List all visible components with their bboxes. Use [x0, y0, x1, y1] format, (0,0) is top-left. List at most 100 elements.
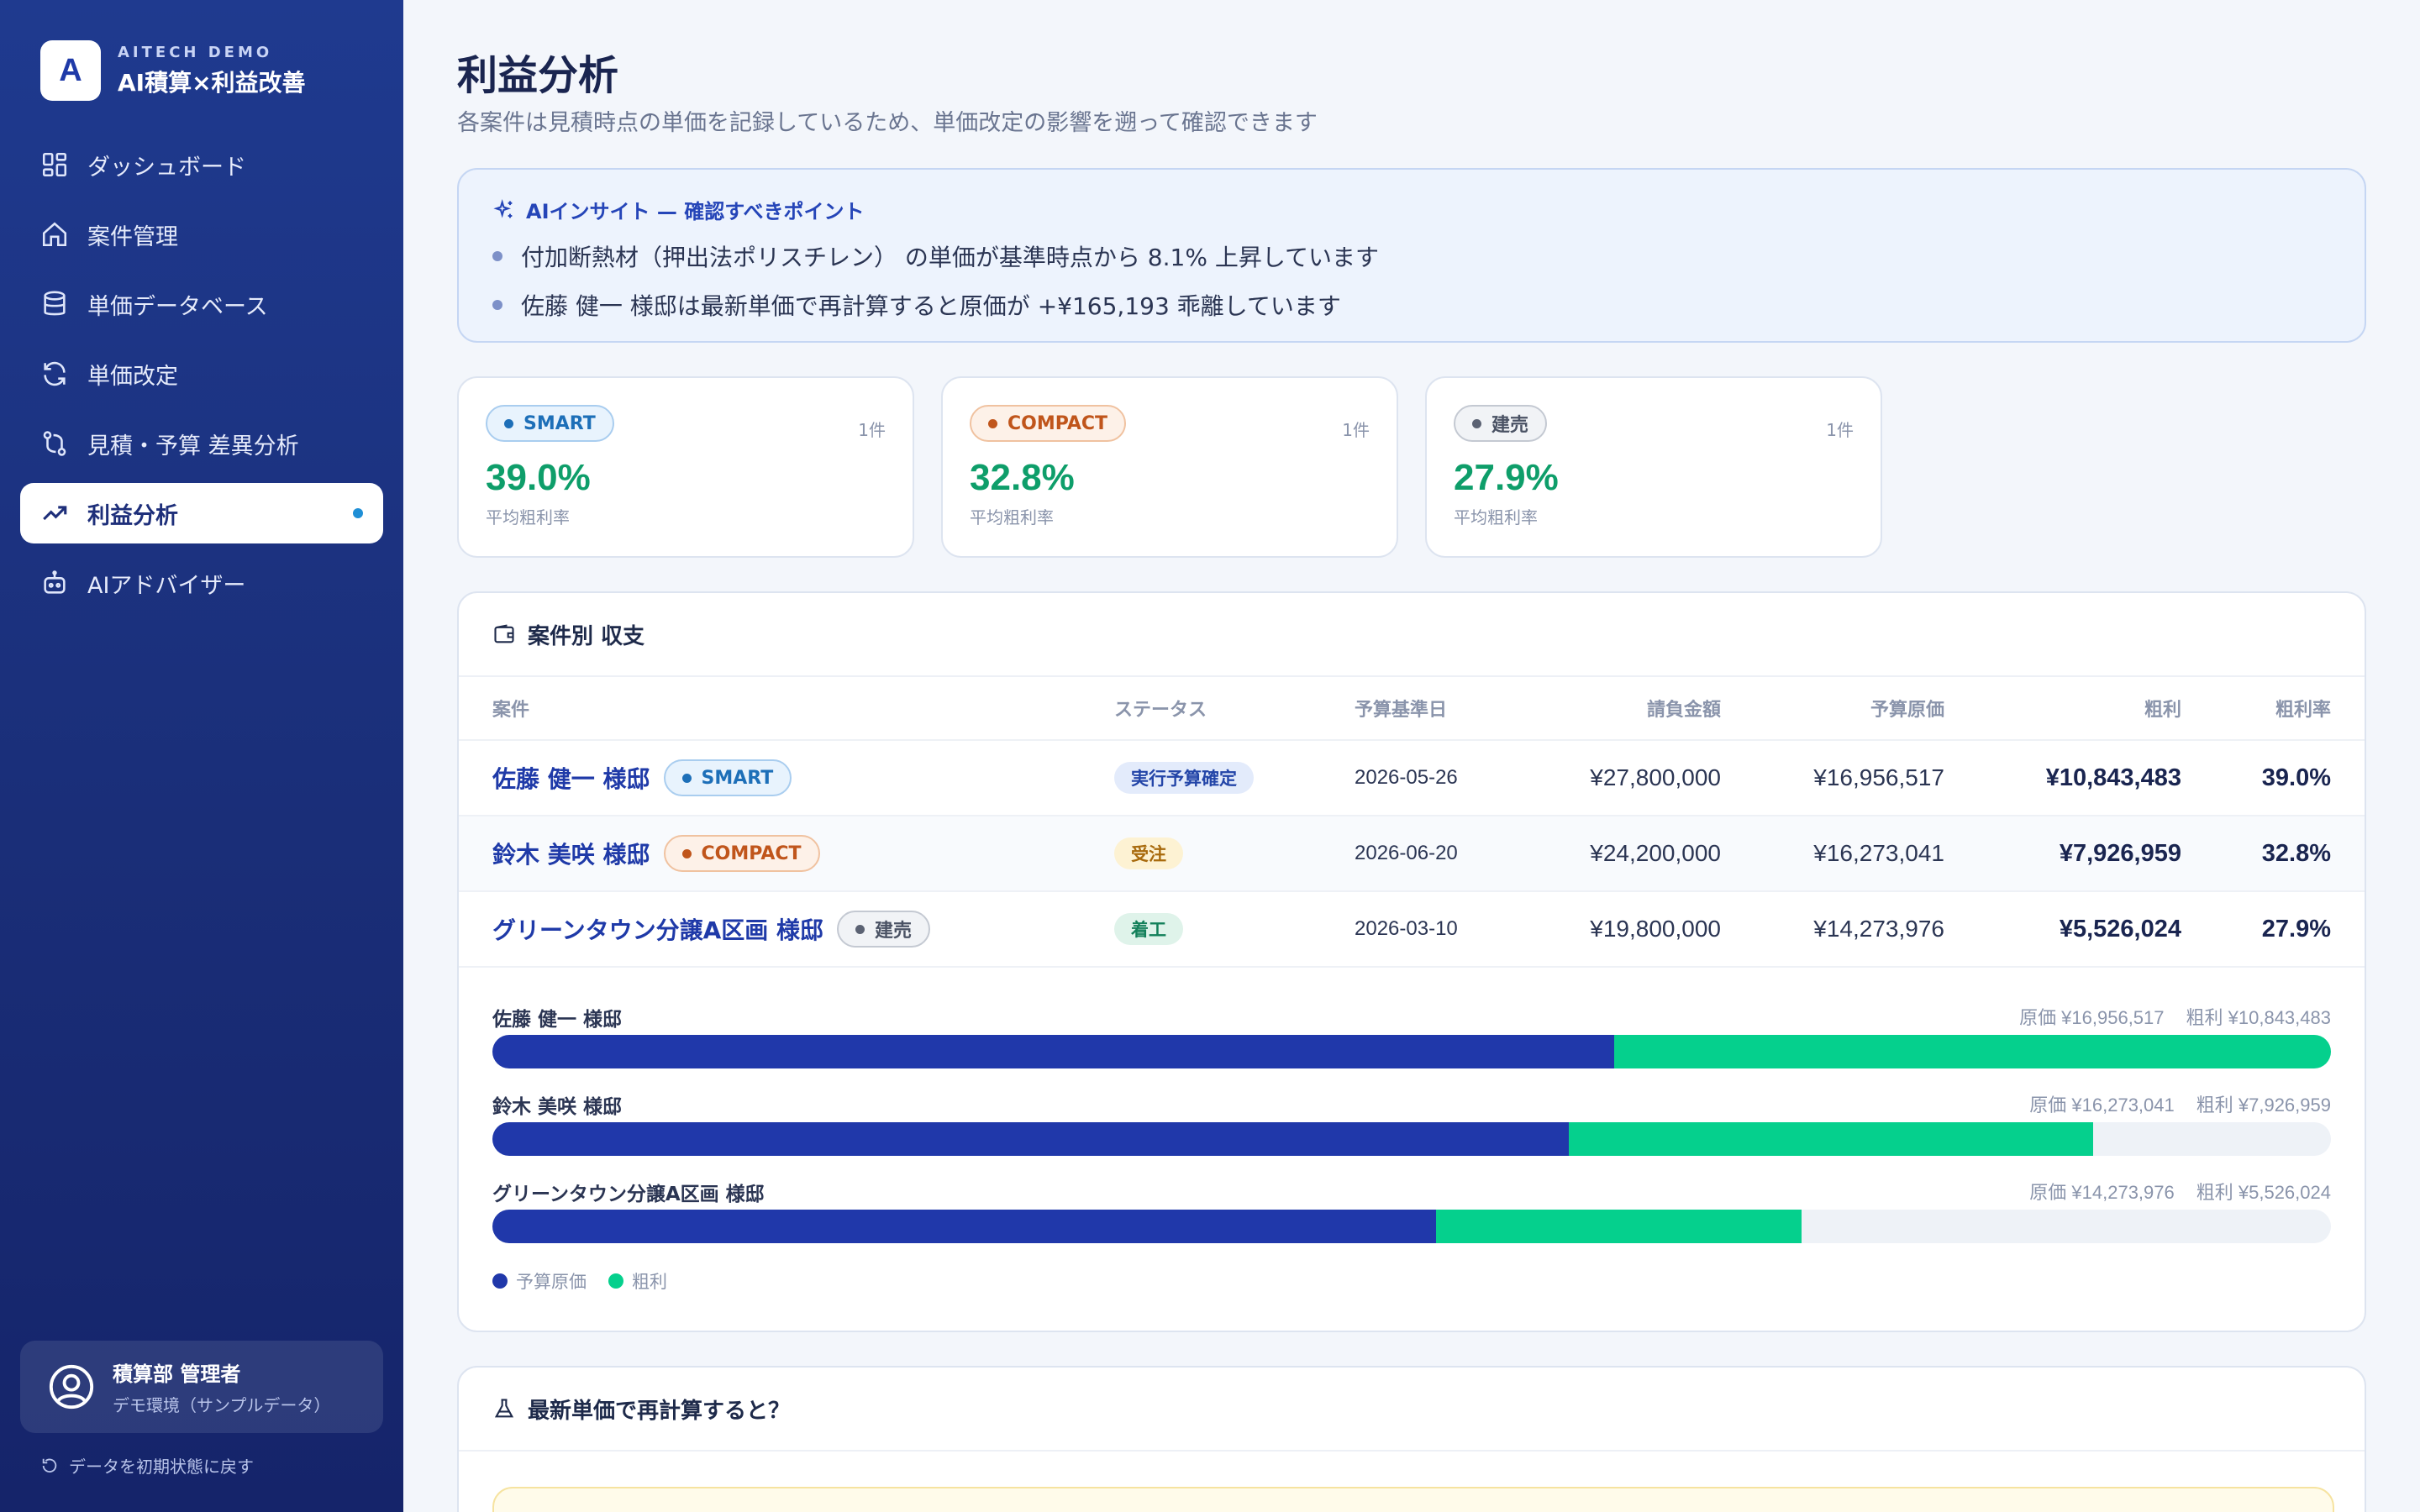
- kpi-label: 平均粗利率: [1454, 507, 1538, 528]
- kpi-card-compact[interactable]: COMPACT 1件 32.8% 平均粗利率: [941, 376, 1398, 558]
- insight-item: 付加断熱材（押出法ポリスチレン） の単価が基準時点から 8.1% 上昇しています: [492, 239, 2331, 273]
- kpi-count: 1件: [1342, 420, 1370, 440]
- sidebar-item-label: 単価データベース: [87, 293, 268, 320]
- tag-chip-tateuri: 建売: [837, 911, 931, 948]
- dot-icon: [855, 924, 865, 934]
- dot-icon: [1472, 418, 1481, 428]
- database-icon: [44, 291, 66, 316]
- contract-amount: ¥27,800,000: [1590, 764, 1721, 790]
- bar-gross-segment: [1436, 1210, 1802, 1243]
- sidebar-item-profit[interactable]: 利益分析: [20, 483, 383, 543]
- col-header-cost[interactable]: 予算原価: [1870, 677, 1944, 739]
- table-row[interactable]: 佐藤 健一 様邸 SMART 実行予算確定 2026-05-26 ¥27,800…: [459, 741, 2365, 816]
- budget-cost: ¥16,956,517: [1813, 764, 1944, 790]
- project-name-link[interactable]: 鈴木 美咲 様邸: [492, 837, 650, 870]
- table-row[interactable]: 鈴木 美咲 様邸 COMPACT 受注 2026-06-20 ¥24,200,0…: [459, 816, 2365, 892]
- contract-amount: ¥19,800,000: [1590, 916, 1721, 942]
- bar-cost-label: 原価 ¥14,273,976: [2029, 1182, 2175, 1203]
- kpi-card-smart[interactable]: SMART 1件 39.0% 平均粗利率: [457, 376, 914, 558]
- kpi-count: 1件: [1826, 420, 1854, 440]
- table-header-row: 案件 ステータス 予算基準日 請負金額 予算原価 粗利 粗利率: [459, 677, 2365, 741]
- legend-swatch: [608, 1273, 623, 1289]
- brand-title: AI積算×利益改善: [118, 68, 306, 97]
- sidebar-nav: ダッシュボード 案件管理 単価データベース 単価改定 見積・予算 差異分析 利益…: [20, 134, 383, 622]
- col-header-name[interactable]: 案件: [492, 677, 529, 739]
- sidebar-item-label: 単価改定: [87, 363, 178, 390]
- profit-bar-chart: 佐藤 健一 様邸 原価 ¥16,956,517 粗利 ¥10,843,483 鈴木…: [492, 1000, 2331, 1292]
- col-header-gross[interactable]: 粗利: [2144, 677, 2181, 739]
- panel-title: 最新単価で再計算すると？: [459, 1368, 2365, 1452]
- bar-cost-segment: [492, 1122, 1569, 1156]
- user-card[interactable]: 積算部 管理者 デモ環境（サンプルデータ）: [20, 1341, 383, 1433]
- budget-date: 2026-05-26: [1355, 766, 1458, 789]
- kpi-label: 平均粗利率: [970, 507, 1054, 528]
- project-pl-panel: 案件別 収支 案件 ステータス 予算基準日 請負金額 予算原価 粗利 粗利率 佐…: [457, 591, 2366, 1332]
- home-icon: [42, 222, 67, 247]
- kpi-card-tateuri[interactable]: 建売 1件 27.9% 平均粗利率: [1425, 376, 1882, 558]
- recalc-panel: 最新単価で再計算すると？: [457, 1366, 2366, 1512]
- legend-swatch: [492, 1273, 508, 1289]
- col-header-rate[interactable]: 粗利率: [2275, 677, 2331, 739]
- bar-cost-segment: [492, 1035, 1614, 1068]
- sidebar-item-ai-advisor[interactable]: AIアドバイザー: [20, 553, 383, 613]
- col-header-bid[interactable]: 請負金額: [1647, 677, 1721, 739]
- bar-value-labels: 原価 ¥14,273,976 粗利 ¥5,526,024: [2007, 1178, 2331, 1205]
- bar-track: [492, 1122, 2331, 1156]
- contract-amount: ¥24,200,000: [1590, 840, 1721, 866]
- bar-gross-segment: [1568, 1122, 2093, 1156]
- bar-category-label: 鈴木 美咲 様邸: [492, 1096, 623, 1118]
- sidebar-item-label: AIアドバイザー: [87, 572, 246, 599]
- dot-icon: [504, 418, 513, 428]
- bar-cost-segment: [492, 1210, 1437, 1243]
- sidebar-item-dashboard[interactable]: ダッシュボード: [20, 134, 383, 195]
- bullet-icon: [492, 300, 502, 310]
- bar-category-label: グリーンタウン分譲A区画 様邸: [492, 1184, 765, 1205]
- project-table: 案件 ステータス 予算基準日 請負金額 予算原価 粗利 粗利率 佐藤 健一 様邸…: [459, 677, 2365, 968]
- sidebar-item-price-revision[interactable]: 単価改定: [20, 344, 383, 404]
- active-indicator-dot: [353, 508, 363, 518]
- col-header-date[interactable]: 予算基準日: [1355, 677, 1447, 739]
- brand-logo: A: [40, 40, 101, 101]
- kpi-value: 32.8%: [970, 457, 1075, 498]
- status-badge: 着工: [1114, 913, 1183, 945]
- status-badge: 実行予算確定: [1114, 762, 1254, 794]
- sidebar-item-variance[interactable]: 見積・予算 差異分析: [20, 413, 383, 474]
- bar-value-labels: 原価 ¥16,273,041 粗利 ¥7,926,959: [2007, 1090, 2331, 1117]
- user-avatar-icon: [49, 1364, 94, 1410]
- col-header-status[interactable]: ステータス: [1114, 677, 1207, 739]
- reset-data-link[interactable]: データを初期状態に戻す: [40, 1453, 254, 1478]
- legend-item-cost: 予算原価: [492, 1268, 587, 1294]
- budget-cost: ¥16,273,041: [1813, 840, 1944, 866]
- refresh-icon: [44, 361, 66, 386]
- budget-date: 2026-06-20: [1355, 842, 1458, 864]
- bar-group: 佐藤 健一 様邸 原価 ¥16,956,517 粗利 ¥10,843,483: [492, 1000, 2331, 1087]
- sparkles-icon: [493, 198, 513, 218]
- project-name-link[interactable]: 佐藤 健一 様邸: [492, 761, 650, 795]
- dashboard-icon: [42, 152, 67, 177]
- gross-margin: 32.8%: [2261, 839, 2331, 867]
- kpi-count: 1件: [858, 420, 886, 440]
- tag-chip-smart: SMART: [486, 405, 614, 442]
- trending-up-icon: [43, 506, 67, 521]
- user-name: 積算部 管理者: [113, 1362, 241, 1386]
- sidebar-item-price-db[interactable]: 単価データベース: [20, 274, 383, 334]
- panel-title: 案件別 収支: [459, 593, 2365, 677]
- project-name-link[interactable]: グリーンタウン分譲A区画 様邸: [492, 912, 823, 946]
- tag-chip-tateuri: 建売: [1454, 405, 1548, 442]
- bullet-icon: [492, 251, 502, 261]
- insight-item: 佐藤 健一 様邸は最新単価で再計算すると原価が +¥165,193 乖離していま…: [492, 288, 2331, 322]
- brand[interactable]: A AITECH DEMO AI積算×利益改善: [40, 40, 306, 101]
- status-badge: 受注: [1114, 837, 1183, 869]
- legend-item-gross: 粗利: [608, 1268, 667, 1294]
- sidebar: A AITECH DEMO AI積算×利益改善 ダッシュボード 案件管理 単価デ…: [0, 0, 403, 1512]
- budget-date: 2026-03-10: [1355, 917, 1458, 940]
- gross-profit: ¥7,926,959: [2059, 839, 2181, 867]
- sidebar-item-projects[interactable]: 案件管理: [20, 204, 383, 265]
- kpi-value: 39.0%: [486, 457, 591, 498]
- tag-chip-smart: SMART: [663, 759, 792, 796]
- table-row[interactable]: グリーンタウン分譲A区画 様邸 建売 着工 2026-03-10 ¥19,800…: [459, 892, 2365, 968]
- bar-group: 鈴木 美咲 様邸 原価 ¥16,273,041 粗利 ¥7,926,959: [492, 1087, 2331, 1174]
- reset-icon: [42, 1458, 57, 1473]
- kpi-label: 平均粗利率: [486, 507, 570, 528]
- gross-profit: ¥10,843,483: [2045, 764, 2181, 791]
